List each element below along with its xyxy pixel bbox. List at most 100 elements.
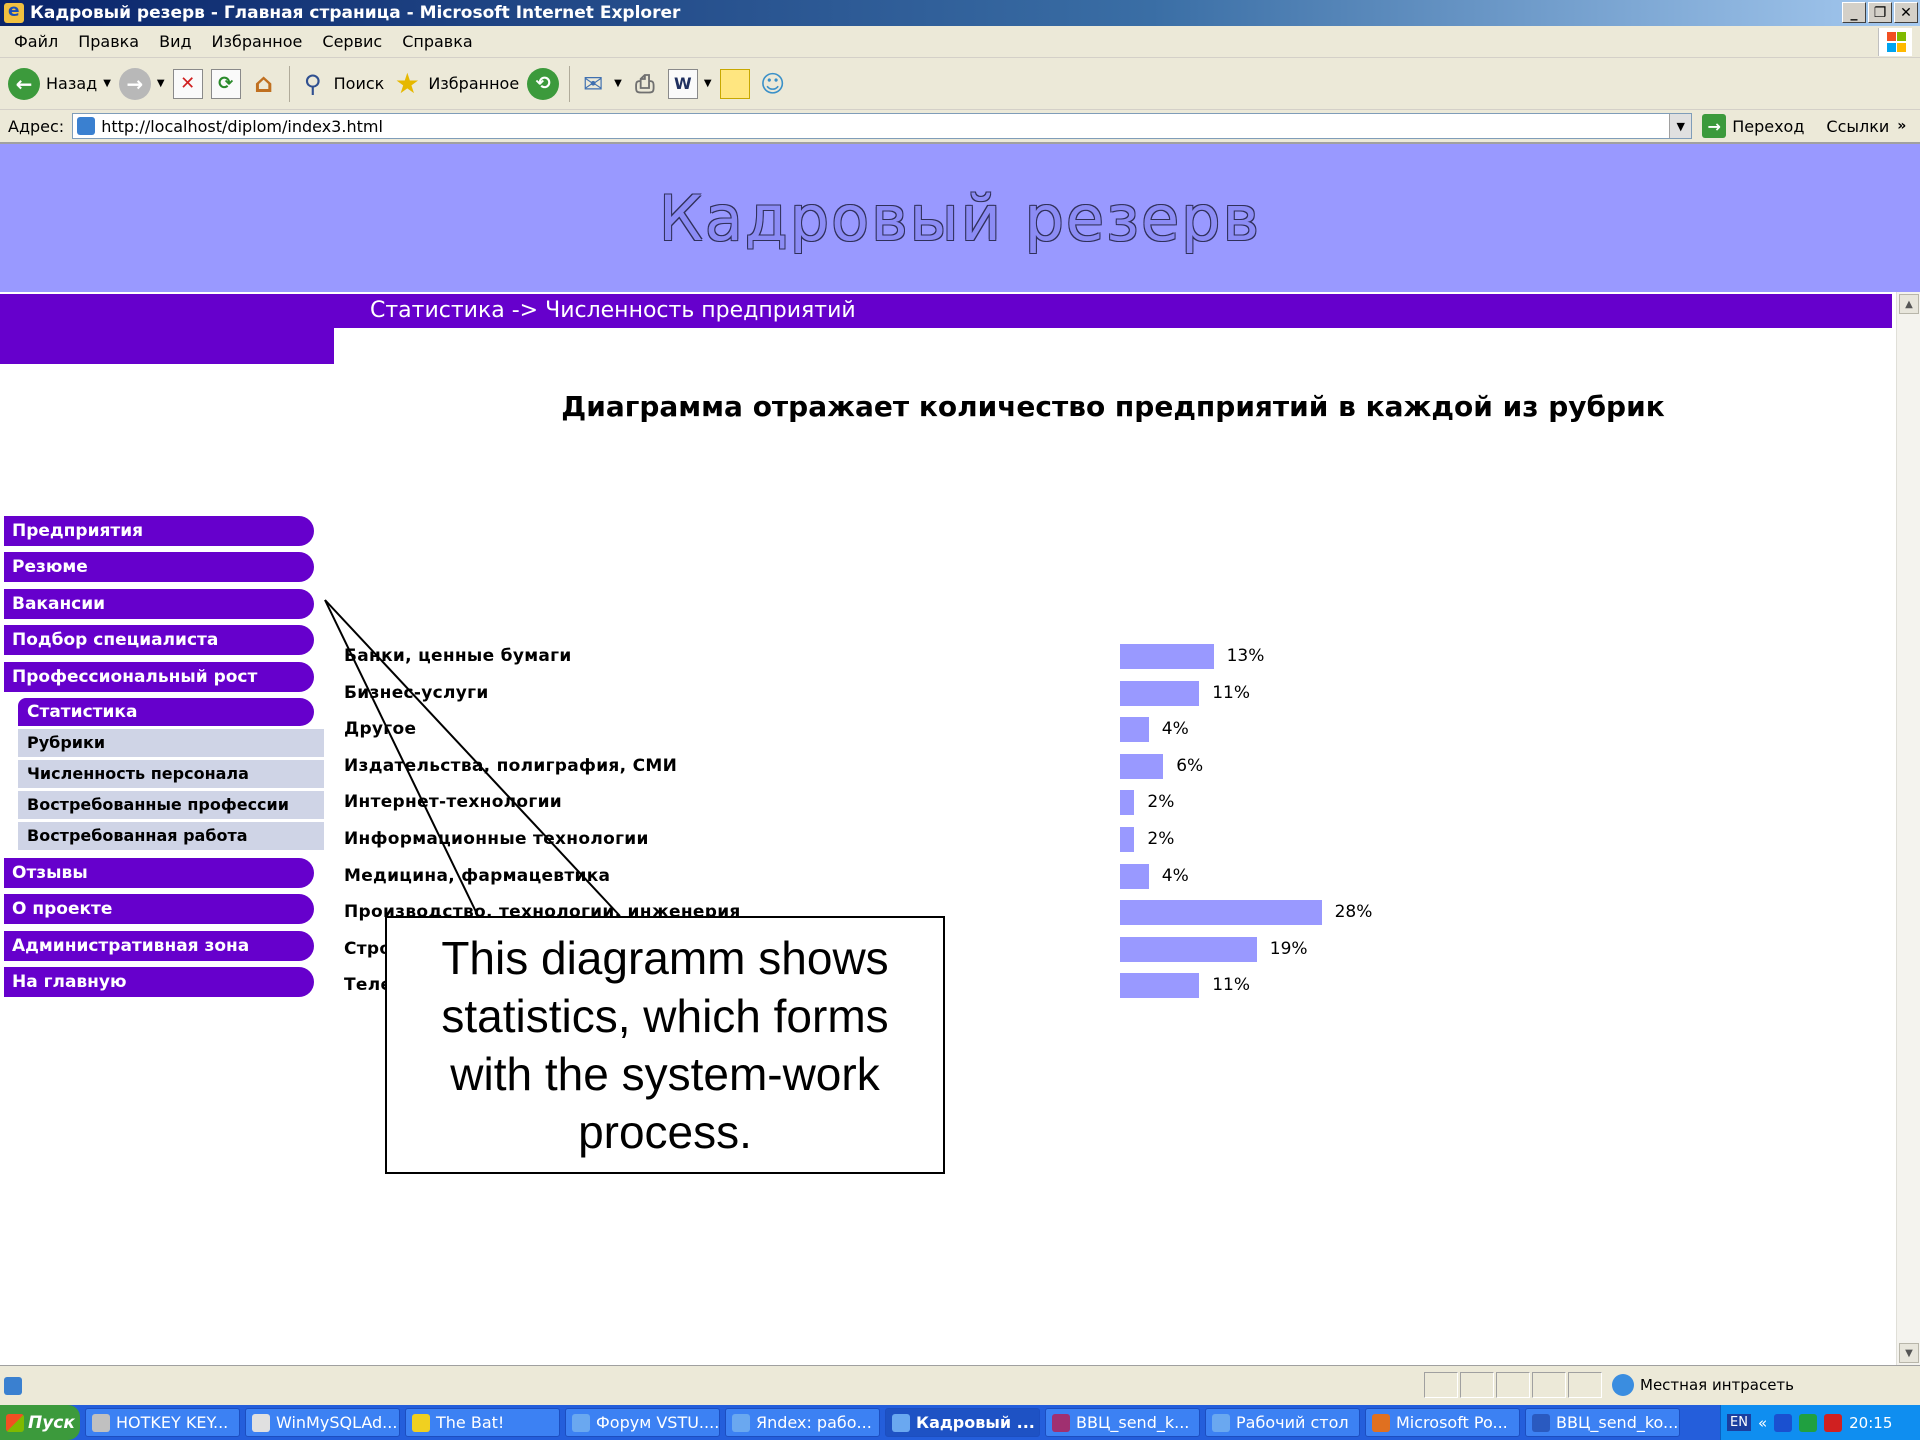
menu-favorites[interactable]: Избранное: [212, 32, 303, 51]
links-button[interactable]: Ссылки: [1826, 117, 1889, 136]
callout-box: This diagramm shows statistics, which fo…: [385, 916, 945, 1174]
taskbar-item-hotkey[interactable]: HOTKEY KEY...: [85, 1408, 240, 1437]
taskbar-item-thebat[interactable]: The Bat!: [405, 1408, 560, 1437]
refresh-icon: ⟳: [210, 68, 241, 99]
chevron-right-icon[interactable]: »: [1897, 118, 1906, 134]
taskbar-item-powerpoint[interactable]: Microsoft Po...: [1365, 1408, 1520, 1437]
taskbar-item-label: ВВЦ_send_k...: [1076, 1413, 1190, 1432]
nav-sub-rubrics[interactable]: Рубрики: [18, 729, 324, 757]
menu-help[interactable]: Справка: [402, 32, 473, 51]
edit-button[interactable]: W ▼: [667, 68, 712, 99]
messenger-button[interactable]: ☺: [758, 69, 788, 99]
app-icon: [92, 1413, 110, 1432]
nav-enterprises[interactable]: Предприятия: [4, 516, 314, 546]
menu-view[interactable]: Вид: [159, 32, 191, 51]
mail-dropdown-icon[interactable]: ▼: [614, 78, 622, 89]
menu-edit[interactable]: Правка: [78, 32, 139, 51]
site-title: Кадровый резерв: [658, 181, 1262, 255]
forward-dropdown-icon[interactable]: ▼: [157, 78, 165, 89]
address-url[interactable]: http://localhost/diplom/index3.html: [101, 117, 383, 136]
media-icon[interactable]: [1774, 1413, 1793, 1432]
nav-professional-growth[interactable]: Профессиональный рост: [4, 662, 314, 692]
scroll-down-icon[interactable]: ▼: [1899, 1343, 1919, 1363]
mail-button[interactable]: ✉ ▼: [578, 69, 622, 99]
nav-specialist-search[interactable]: Подбор специалиста: [4, 625, 314, 655]
scroll-up-icon[interactable]: ▲: [1899, 294, 1919, 314]
address-dropdown-icon[interactable]: ▼: [1669, 114, 1692, 138]
discuss-button[interactable]: [719, 68, 750, 99]
home-button[interactable]: ⌂: [249, 69, 279, 99]
ie-icon: [572, 1413, 590, 1432]
taskbar-item-winrar[interactable]: ВВЦ_send_k...: [1045, 1408, 1200, 1437]
bar: [1120, 863, 1149, 889]
menu-tools[interactable]: Сервис: [322, 32, 382, 51]
address-input[interactable]: http://localhost/diplom/index3.html ▼: [72, 113, 1693, 139]
start-label: Пуск: [28, 1412, 75, 1433]
back-button[interactable]: ← Назад ▼: [8, 67, 111, 100]
bar: [1120, 790, 1135, 816]
nav-sub-demanded-work[interactable]: Востребованная работа: [18, 822, 324, 850]
nav-about[interactable]: О проекте: [4, 894, 314, 924]
forward-button[interactable]: → ▼: [118, 67, 165, 100]
back-dropdown-icon[interactable]: ▼: [103, 78, 111, 89]
nav-resumes[interactable]: Резюме: [4, 552, 314, 582]
taskbar-item-forum[interactable]: Форум VSTU....: [565, 1408, 720, 1437]
back-arrow-icon: ←: [8, 67, 40, 100]
bar-value-label: 28%: [1334, 902, 1373, 923]
search-button[interactable]: ⚲ Поиск: [298, 69, 384, 99]
bar-value-label: 4%: [1161, 865, 1189, 886]
windows-flag-icon: [6, 1413, 24, 1432]
ie-icon: [892, 1413, 910, 1432]
taskbar-item-winmysqladmin[interactable]: WinMySQLAd...: [245, 1408, 400, 1437]
category-label: Другое: [344, 719, 417, 740]
taskbar-item-kadrovy[interactable]: Кадровый ...: [885, 1408, 1040, 1437]
taskbar-item-label: ВВЦ_send_ko...: [1556, 1413, 1679, 1432]
taskbar-item-word[interactable]: ВВЦ_send_ko...: [1525, 1408, 1680, 1437]
nav-sub-demanded-professions[interactable]: Востребованные профессии: [18, 791, 324, 819]
start-button[interactable]: Пуск: [0, 1405, 80, 1440]
category-label: Интернет-технологии: [344, 792, 563, 813]
nav-sub-staff-count[interactable]: Численность персонала: [18, 760, 324, 788]
taskbar-item-yandex[interactable]: Яndex: рабо...: [725, 1408, 880, 1437]
menu-file[interactable]: Файл: [14, 32, 58, 51]
bar-value-label: 13%: [1226, 646, 1265, 666]
refresh-button[interactable]: ⟳: [210, 68, 241, 99]
taskbar-item-label: Microsoft Po...: [1396, 1413, 1508, 1432]
nav-vacancies[interactable]: Вакансии: [4, 589, 314, 619]
vertical-scrollbar[interactable]: ▲ ▼: [1896, 292, 1920, 1365]
antivirus-icon[interactable]: [1824, 1413, 1843, 1432]
mail-icon: ✉: [583, 69, 604, 98]
history-button[interactable]: ⟲: [527, 67, 560, 100]
sidebar: Предприятия Резюме Вакансии Подбор специ…: [0, 292, 334, 1365]
favorites-button[interactable]: ★ Избранное: [392, 67, 519, 100]
tray-expand-icon[interactable]: «: [1758, 1414, 1767, 1432]
nav-statistics[interactable]: Статистика: [18, 698, 314, 726]
category-label: Издательства, полиграфия, СМИ: [344, 755, 678, 776]
taskbar-item-desktop[interactable]: Рабочий стол: [1205, 1408, 1360, 1437]
status-pane: [1424, 1372, 1458, 1398]
nav-home[interactable]: На главную: [4, 967, 314, 997]
ie-icon: [4, 1, 24, 23]
minimize-button[interactable]: _: [1842, 2, 1866, 23]
windows-logo-icon: [1878, 28, 1912, 56]
language-indicator[interactable]: EN: [1727, 1414, 1751, 1431]
edit-dropdown-icon[interactable]: ▼: [704, 78, 712, 89]
traffic-icon[interactable]: [1799, 1413, 1818, 1432]
close-button[interactable]: ✕: [1894, 2, 1918, 23]
taskbar-item-label: Форум VSTU....: [596, 1413, 720, 1432]
maximize-button[interactable]: ❐: [1868, 2, 1892, 23]
nav-reviews[interactable]: Отзывы: [4, 858, 314, 888]
nav-admin-zone[interactable]: Административная зона: [4, 931, 314, 961]
messenger-icon: ☺: [760, 69, 786, 98]
ie-icon: [732, 1413, 750, 1432]
taskbar-item-label: Яndex: рабо...: [756, 1413, 872, 1432]
folder-icon: [1212, 1413, 1230, 1432]
window-title: Кадровый резерв - Главная страница - Mic…: [30, 3, 681, 23]
print-button[interactable]: ⎙: [630, 69, 660, 99]
callout-text: This diagramm shows statistics, which fo…: [441, 932, 889, 1158]
stop-button[interactable]: ✕: [172, 68, 203, 99]
go-button[interactable]: → Переход: [1702, 114, 1804, 138]
bar: [1120, 936, 1257, 962]
word-icon: [1532, 1413, 1550, 1432]
status-pane: [1568, 1372, 1602, 1398]
